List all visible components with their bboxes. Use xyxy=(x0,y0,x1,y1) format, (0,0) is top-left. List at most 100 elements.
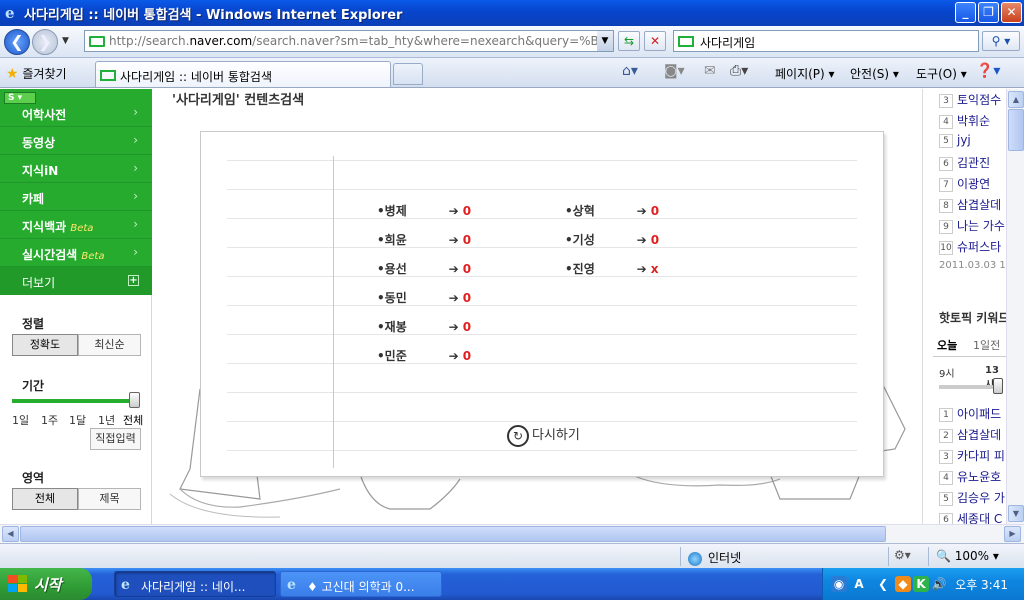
custom-period-button[interactable]: 직접입력 xyxy=(90,428,141,450)
area-all-button[interactable]: 전체 xyxy=(12,488,78,510)
home-icon[interactable]: ⌂▾ xyxy=(622,63,638,79)
safety-menu[interactable]: 안전(S) ▾ xyxy=(850,65,899,82)
chevron-right-icon: › xyxy=(133,133,138,147)
rank-item[interactable]: 7 이광연 xyxy=(939,175,990,192)
start-button[interactable]: 시작 xyxy=(0,568,92,600)
help-icon[interactable]: ❓▾ xyxy=(976,63,1000,79)
tab-active[interactable]: 사다리게임 :: 네이버 통합검색 xyxy=(95,61,391,87)
zoom-level[interactable]: 🔍 100% ▾ xyxy=(936,549,999,563)
scroll-left-button[interactable]: ◀ xyxy=(2,526,19,542)
retry-button[interactable]: ↻ 다시하기 xyxy=(507,424,580,447)
tab-today[interactable]: 오늘 xyxy=(937,337,957,353)
tab-1day-ago[interactable]: 1일전 xyxy=(973,337,1000,353)
hot-rank-item[interactable]: 1 아이패드 xyxy=(939,405,1001,422)
period-all[interactable]: 전체 xyxy=(123,412,143,428)
feeds-icon[interactable]: ◙▾ xyxy=(664,63,685,79)
horizontal-scroll-thumb[interactable] xyxy=(20,526,886,542)
refresh-icon: ⇆ xyxy=(623,34,635,48)
address-url[interactable]: http://search.naver.com/search.naver?sm=… xyxy=(109,34,597,48)
plus-icon: + xyxy=(128,275,139,286)
horizontal-scrollbar[interactable]: ◀ ▶ xyxy=(0,524,1024,543)
volume-icon[interactable]: 🔊 xyxy=(931,576,947,592)
result-item: •진영 ➔ x xyxy=(565,262,659,276)
period-1day[interactable]: 1일 xyxy=(12,412,29,428)
app-tray-icon[interactable]: ◆ xyxy=(895,576,911,592)
period-1year[interactable]: 1년 xyxy=(98,412,115,428)
hour-label: 9시 xyxy=(939,369,955,380)
hot-rank-item[interactable]: 5 김승우 가 xyxy=(939,489,1005,506)
chevron-right-icon: › xyxy=(133,161,138,175)
rank-item[interactable]: 6 김관진 xyxy=(939,154,990,171)
maximize-button[interactable]: ❐ xyxy=(978,2,999,23)
forward-button[interactable]: ❯ xyxy=(32,29,58,55)
tools-menu[interactable]: 도구(O) ▾ xyxy=(916,65,967,82)
minimize-button[interactable]: _ xyxy=(955,2,976,23)
tray-expand-icon[interactable]: ❮ xyxy=(875,576,891,592)
stop-icon: ✕ xyxy=(649,34,661,48)
keyboard-tray-icon[interactable]: K xyxy=(913,576,929,592)
scroll-right-button[interactable]: ▶ xyxy=(1004,526,1021,542)
period-heading: 기간 xyxy=(22,379,45,393)
new-tab-button[interactable] xyxy=(393,63,423,85)
hot-rank-item[interactable]: 6 세종대 C xyxy=(939,510,1002,524)
result-item: •희윤 ➔ 0 xyxy=(377,233,472,247)
hour-slider-handle[interactable] xyxy=(993,378,1003,394)
sidebar-item-more[interactable]: 더보기 + xyxy=(0,267,152,295)
hot-rank-item[interactable]: 4 유노윤호 xyxy=(939,468,1001,485)
chevron-right-icon: › xyxy=(133,189,138,203)
search-button[interactable]: ⚲ ▾ xyxy=(982,31,1020,51)
vertical-scrollbar[interactable]: ▲ ▼ xyxy=(1006,89,1024,524)
naver-tab-icon xyxy=(100,70,116,81)
sort-latest-button[interactable]: 최신순 xyxy=(78,334,141,356)
network-icon[interactable]: ◉ xyxy=(831,576,847,592)
period-slider-handle[interactable] xyxy=(129,392,140,408)
address-dropdown-button[interactable]: ▼ xyxy=(597,31,613,51)
rank-item[interactable]: 4 박휘순 xyxy=(939,112,990,129)
refresh-button[interactable]: ⇆ xyxy=(618,31,640,51)
favorites-label: 즐겨찾기 xyxy=(22,67,67,81)
period-1month[interactable]: 1달 xyxy=(69,412,86,428)
taskbar-item-kosin[interactable]: e ♦ 고신대 의학과 0... xyxy=(280,571,442,597)
stop-button[interactable]: ✕ xyxy=(644,31,666,51)
ime-icon[interactable]: A xyxy=(851,576,867,592)
recent-pages-dropdown[interactable]: ▼ xyxy=(62,36,69,46)
period-1week[interactable]: 1주 xyxy=(41,412,58,428)
close-button[interactable]: ✕ xyxy=(1001,2,1022,23)
sidebar-item-realtime[interactable]: 실시간검색 Beta › xyxy=(0,239,152,267)
search-box[interactable]: 사다리게임 xyxy=(673,30,979,52)
taskbar-item-naver[interactable]: e 사다리게임 :: 네이... xyxy=(114,571,276,597)
print-icon[interactable]: ⎙▾ xyxy=(730,63,748,79)
hot-rank-item[interactable]: 2 삼겹살데 xyxy=(939,426,1001,443)
vertical-scroll-thumb[interactable] xyxy=(1008,109,1024,151)
sort-accuracy-button[interactable]: 정확도 xyxy=(12,334,78,356)
hot-rank-item[interactable]: 3 카다피 피 xyxy=(939,447,1005,464)
page-menu[interactable]: 페이지(P) ▾ xyxy=(775,65,835,82)
rank-item[interactable]: 10 슈퍼스타 xyxy=(939,238,1001,255)
scroll-down-button[interactable]: ▼ xyxy=(1008,505,1024,522)
search-input[interactable]: 사다리게임 xyxy=(700,34,755,51)
sidebar-item-video[interactable]: 동영상 › xyxy=(0,127,152,155)
sidebar-item-kin[interactable]: 지식iN › xyxy=(0,155,152,183)
result-item: •민준 ➔ 0 xyxy=(377,349,472,363)
protected-mode-icon[interactable]: ⚙▾ xyxy=(894,548,911,562)
area-title-button[interactable]: 제목 xyxy=(78,488,141,510)
rank-item[interactable]: 3 토익점수 xyxy=(939,91,1001,108)
category-menu: S ▾ 어학사전 › 동영상 › 지식iN › 카페 › 지식백과 Beta › 실시간검… xyxy=(0,89,152,295)
scroll-up-button[interactable]: ▲ xyxy=(1008,91,1024,108)
rank-item[interactable]: 9 나는 가수 xyxy=(939,217,1005,234)
address-bar[interactable]: http://search.naver.com/search.naver?sm=… xyxy=(84,30,614,52)
mail-icon[interactable]: ✉ xyxy=(704,63,716,79)
rank-item[interactable]: 8 삼겹살데 xyxy=(939,196,1001,213)
rank-item[interactable]: 5 jyj xyxy=(939,133,971,148)
address-toolbar: ❮ ❯ ▼ http://search.naver.com/search.nav… xyxy=(0,26,1024,58)
result-item: •동민 ➔ 0 xyxy=(377,291,472,305)
sidebar-item-encyclopedia[interactable]: 지식백과 Beta › xyxy=(0,211,152,239)
back-button[interactable]: ❮ xyxy=(4,29,30,55)
ladder-result-card: •병제 ➔ 0 •희윤 ➔ 0 •용선 ➔ 0 •동민 ➔ 0 •재봉 ➔ 0 •민준 ➔ 0 •상혁 ➔… xyxy=(200,131,884,477)
favorites-button[interactable]: ★ 즐겨찾기 xyxy=(6,65,67,82)
security-zone[interactable]: 인터넷 xyxy=(688,549,741,566)
sidebar-item-dictionary[interactable]: 어학사전 › xyxy=(0,99,152,127)
windows-flag-icon xyxy=(8,575,28,593)
sidebar-item-cafe[interactable]: 카페 › xyxy=(0,183,152,211)
period-slider-track[interactable] xyxy=(12,399,137,403)
